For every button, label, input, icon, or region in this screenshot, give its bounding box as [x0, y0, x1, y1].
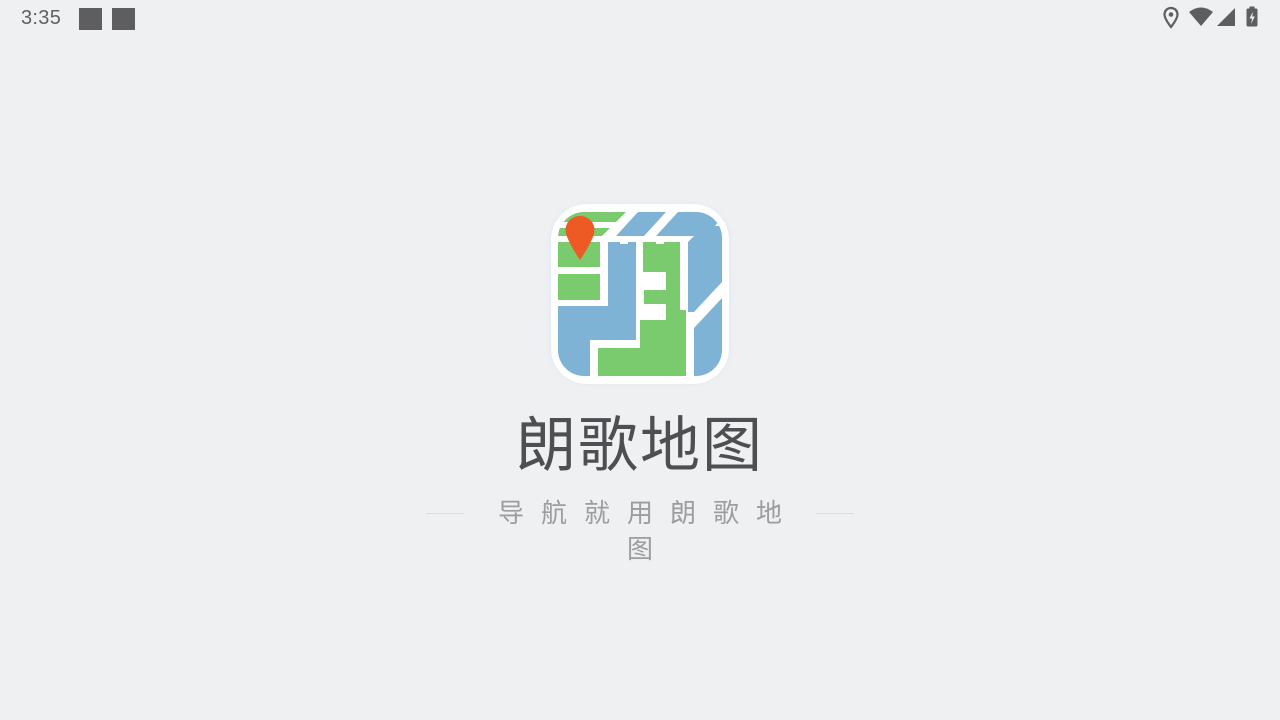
status-bar: 3:35: [0, 0, 1280, 38]
notification-square-icon: [112, 8, 135, 30]
slogan-text: 导航就用朗歌地图: [497, 499, 799, 565]
cellular-signal-icon: [1216, 6, 1236, 30]
battery-charging-icon: [1245, 6, 1259, 30]
app-name-title: 朗歌地图: [516, 411, 764, 481]
notification-square-icon: [79, 8, 102, 30]
status-time: 3:35: [21, 7, 62, 29]
location-icon: [1162, 6, 1180, 30]
slogan-divider-left: [426, 513, 464, 514]
slogan-divider-right: [816, 513, 854, 514]
map-logo-icon: [546, 200, 734, 388]
slogan: 导航就用朗歌地图: [420, 496, 860, 565]
splash-screen: 3:35 朗歌地图 导航就用朗歌地图: [0, 0, 1280, 720]
wifi-icon: [1188, 6, 1214, 30]
